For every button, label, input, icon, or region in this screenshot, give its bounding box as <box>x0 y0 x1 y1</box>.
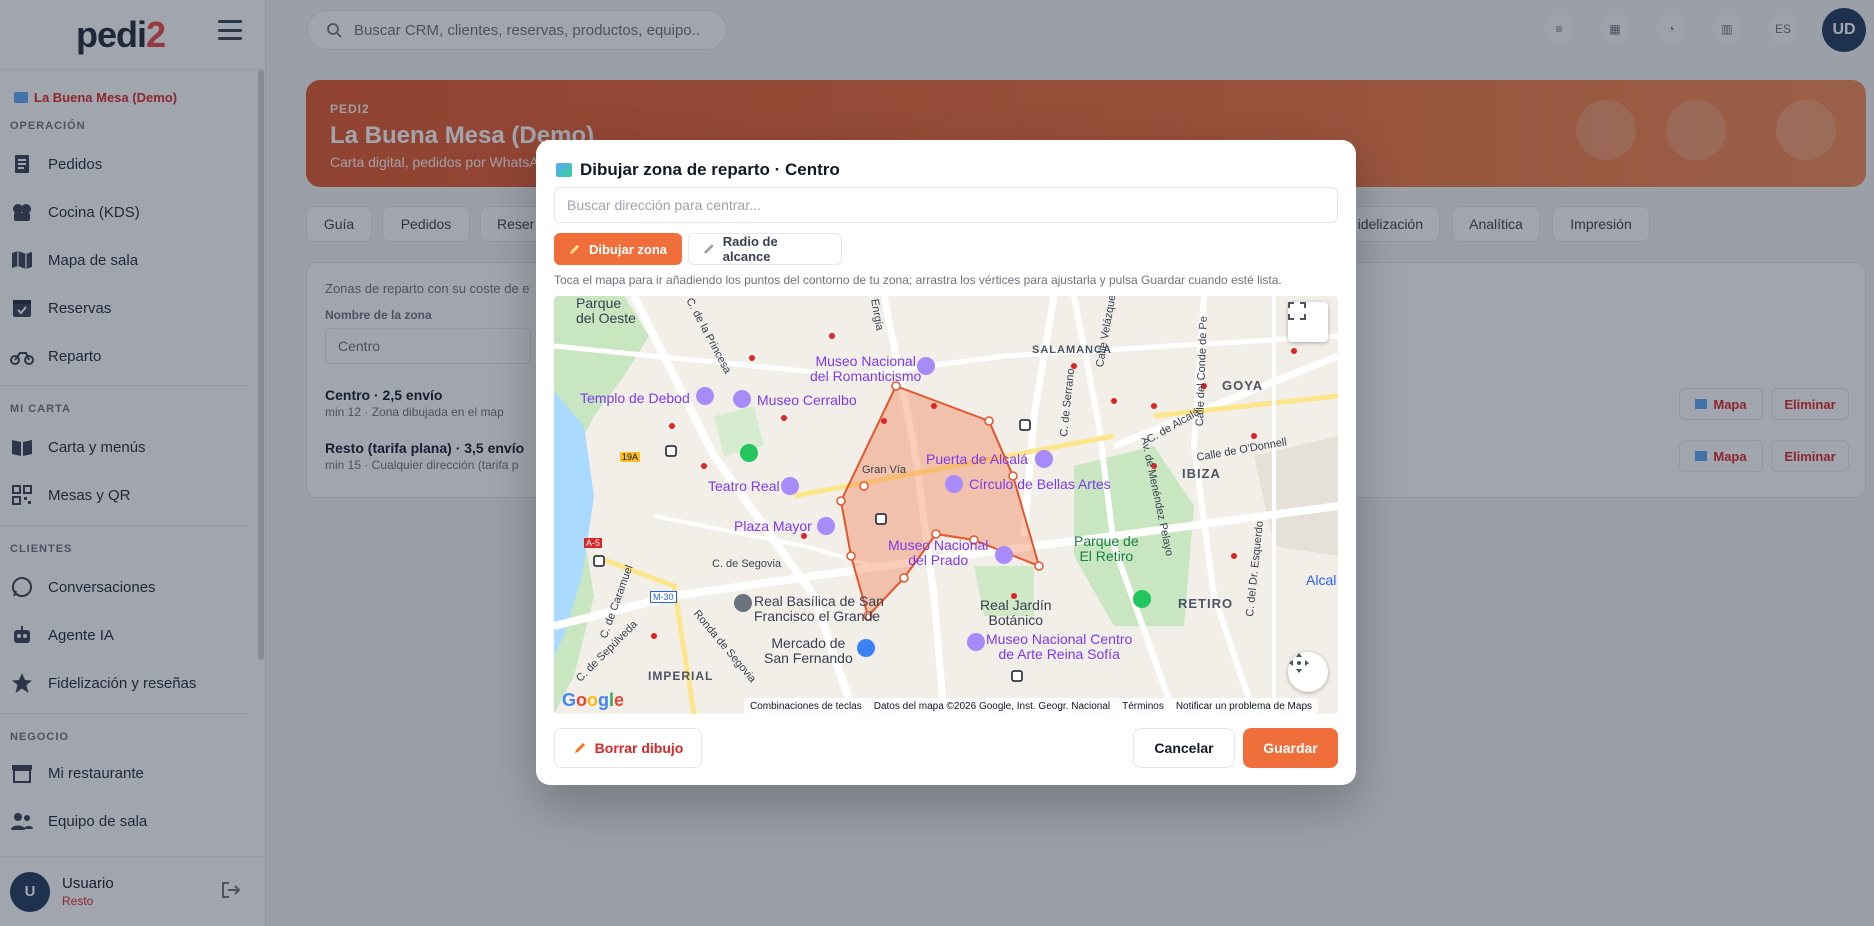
move-arrows-icon <box>1289 653 1309 673</box>
map-label: Museo Nacional del Romanticismo <box>810 353 922 384</box>
road-badge: M-30 <box>650 591 677 603</box>
terms-link[interactable]: Términos <box>1122 701 1164 712</box>
map-icon <box>556 163 572 177</box>
keyboard-shortcuts-link[interactable]: Combinaciones de teclas <box>750 701 862 712</box>
road-badge: 19A <box>620 452 641 462</box>
map-label: Parque del Oeste <box>576 296 636 326</box>
radius-label: Radio de alcance <box>722 234 778 264</box>
map-label: Museo Cerralbo <box>757 392 857 408</box>
brush-icon <box>574 743 585 753</box>
map-label: Gran Vía <box>862 464 907 476</box>
draw-zone-button[interactable]: Dibujar zona <box>554 233 682 265</box>
save-button[interactable]: Guardar <box>1243 728 1338 768</box>
draw-zone-label: Dibujar zona <box>588 241 667 257</box>
map-label: Plaza Mayor <box>734 518 812 534</box>
modal-title: Dibujar zona de reparto · Centro <box>556 160 840 180</box>
map-data-text: Datos del mapa ©2026 Google, Inst. Geogr… <box>873 700 1111 712</box>
map-label: C. de Segovia <box>712 558 782 570</box>
map-label: GOYA <box>1222 378 1264 393</box>
road-badge: A-5 <box>584 538 603 548</box>
map-label: Teatro Real <box>708 478 780 494</box>
map-label: Círculo de Bellas Artes <box>969 476 1111 492</box>
fullscreen-icon <box>1288 302 1306 320</box>
map-label: RETIRO <box>1178 596 1234 611</box>
camera-control-button[interactable] <box>1288 652 1328 692</box>
report-problem-link[interactable]: Notificar un problema de Maps <box>1176 701 1312 712</box>
google-logo: Google <box>562 690 625 710</box>
clear-drawing-button[interactable]: Borrar dibujo <box>554 728 702 768</box>
map-label: Mercado de San Fernando <box>764 635 853 666</box>
map-label: IMPERIAL <box>648 669 714 683</box>
radius-button[interactable]: Radio de alcance <box>688 233 842 265</box>
draw-zone-modal: Dibujar zona de reparto · Centro Buscar … <box>536 140 1356 785</box>
draw-hint: Toca el mapa para ir añadiendo los punto… <box>554 273 1282 287</box>
map-label: Real Basílica de San Francisco el Grande <box>754 593 884 624</box>
pencil-icon <box>569 245 579 254</box>
map-attribution: Combinaciones de teclas Datos del mapa ©… <box>744 698 1319 714</box>
cancel-button[interactable]: Cancelar <box>1133 728 1235 768</box>
map-canvas[interactable]: Parque del Oeste C. de la Princesa Museo… <box>554 296 1338 714</box>
map-label: Museo Nacional del Prado <box>888 537 989 568</box>
map-label: Real Jardín Botánico <box>980 597 1052 628</box>
map-base <box>554 296 1338 714</box>
modal-title-text: Dibujar zona de reparto · Centro <box>580 160 840 179</box>
map-label: Puerta de Alcalá <box>926 451 1028 467</box>
clear-drawing-label: Borrar dibujo <box>594 740 684 756</box>
ruler-icon <box>703 244 714 254</box>
address-search-input[interactable]: Buscar dirección para centrar... <box>554 187 1338 223</box>
map-label: Alcal <box>1306 572 1337 588</box>
map-label: Parque de El Retiro <box>1074 533 1139 564</box>
map-label: Museo Nacional Centro de Arte Reina Sofí… <box>986 631 1133 662</box>
map-label: Templo de Debod <box>580 390 690 406</box>
map-label: IBIZA <box>1182 466 1221 481</box>
fullscreen-button[interactable] <box>1288 302 1328 342</box>
